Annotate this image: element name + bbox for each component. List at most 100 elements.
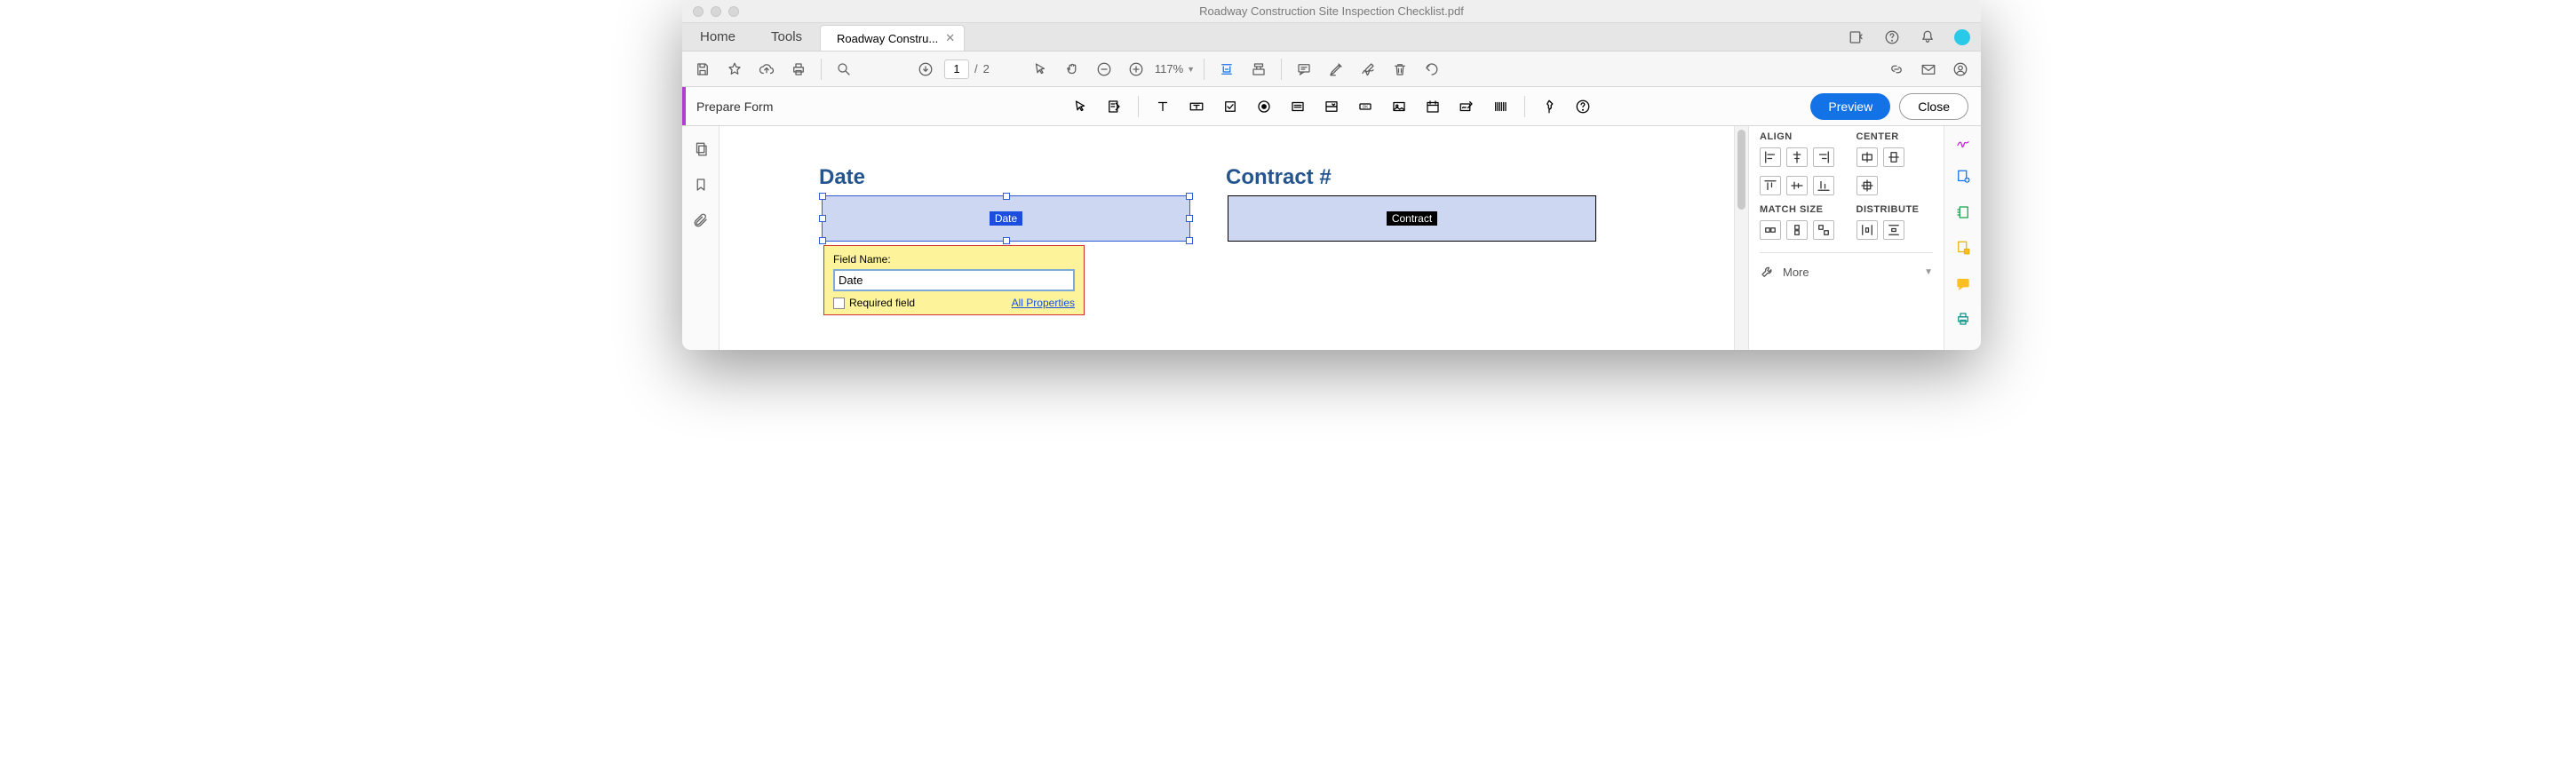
right-tool-2-icon[interactable]	[1953, 167, 1973, 187]
text-tool-icon[interactable]	[1149, 93, 1176, 120]
save-icon[interactable]	[689, 56, 716, 83]
bookmark-panel-icon[interactable]	[692, 176, 710, 194]
radio-icon[interactable]	[1251, 93, 1277, 120]
center-h-icon[interactable]	[1856, 147, 1878, 167]
cloud-upload-icon[interactable]	[753, 56, 780, 83]
zoom-level[interactable]: 117% ▼	[1155, 62, 1195, 75]
comment-icon[interactable]	[1291, 56, 1317, 83]
align-bottom-icon[interactable]	[1813, 176, 1834, 195]
star-icon[interactable]	[721, 56, 748, 83]
link-icon[interactable]	[1883, 56, 1910, 83]
right-tool-3-icon[interactable]	[1953, 202, 1973, 222]
align-middle-icon[interactable]	[1786, 176, 1808, 195]
trash-icon[interactable]	[1387, 56, 1413, 83]
document-canvas[interactable]: Date Contract # Date Contract Field Name…	[720, 126, 1748, 350]
more-label: More	[1783, 266, 1809, 279]
zoom-value: 117%	[1155, 62, 1183, 75]
main-toolbar: / 2 117% ▼	[682, 52, 1981, 87]
page-indicator: / 2	[944, 60, 990, 79]
vertical-scrollbar[interactable]	[1734, 126, 1748, 350]
fit-width-icon[interactable]	[1213, 56, 1240, 83]
chevron-down-icon: ▼	[1187, 65, 1195, 74]
text-field-icon[interactable]	[1183, 93, 1210, 120]
svg-text:OK: OK	[1363, 104, 1369, 108]
contract-field-tag: Contract	[1387, 211, 1437, 226]
checkbox-box	[833, 298, 845, 309]
hand-icon[interactable]	[1059, 56, 1085, 83]
distribute-header: DISTRIBUTE	[1856, 204, 1934, 215]
preview-button[interactable]: Preview	[1810, 93, 1890, 120]
align-right-icon[interactable]	[1813, 147, 1834, 167]
more-button[interactable]: More ▼	[1760, 260, 1933, 283]
tab-home[interactable]: Home	[682, 23, 753, 51]
pointer-icon[interactable]	[1027, 56, 1053, 83]
undo-icon[interactable]	[1419, 56, 1445, 83]
max-dot[interactable]	[728, 6, 739, 17]
min-dot[interactable]	[711, 6, 721, 17]
distribute-v-icon[interactable]	[1883, 220, 1904, 240]
scrollbar-thumb[interactable]	[1737, 130, 1745, 210]
formbar-help-icon[interactable]	[1570, 93, 1596, 120]
attachment-panel-icon[interactable]	[692, 211, 710, 229]
mail-icon[interactable]	[1915, 56, 1942, 83]
dropdown-icon[interactable]	[1318, 93, 1345, 120]
prepare-form-toolbar: Prepare Form OK Preview Close	[682, 87, 1981, 126]
align-left-icon[interactable]	[1760, 147, 1781, 167]
match-height-icon[interactable]	[1786, 220, 1808, 240]
contract-field[interactable]: Contract	[1228, 195, 1596, 242]
button-icon[interactable]: OK	[1352, 93, 1379, 120]
checkbox-icon[interactable]	[1217, 93, 1244, 120]
tab-document[interactable]: Roadway Constru... ✕	[820, 25, 965, 51]
profile-icon[interactable]	[1947, 56, 1974, 83]
form-mode-icon[interactable]	[1245, 56, 1272, 83]
right-tool-4-icon[interactable]	[1953, 238, 1973, 258]
list-icon[interactable]	[1284, 93, 1311, 120]
tab-document-label: Roadway Constru...	[837, 32, 938, 45]
select-tool-icon[interactable]	[1067, 93, 1093, 120]
image-field-icon[interactable]	[1386, 93, 1412, 120]
zoom-in-icon[interactable]	[1123, 56, 1149, 83]
align-top-icon[interactable]	[1760, 176, 1781, 195]
pages-panel-icon[interactable]	[692, 140, 710, 158]
sign-icon[interactable]	[1355, 56, 1381, 83]
accent-bar	[682, 87, 686, 125]
required-checkbox[interactable]: Required field	[833, 297, 915, 309]
align-center-h-icon[interactable]	[1786, 147, 1808, 167]
page-sep: /	[974, 62, 978, 75]
tablet-icon[interactable]	[1848, 28, 1865, 46]
edit-field-icon[interactable]	[1101, 93, 1127, 120]
right-tool-5-icon[interactable]	[1953, 274, 1973, 293]
highlight-icon[interactable]	[1323, 56, 1349, 83]
side-panel: ALIGN CENTER	[1748, 126, 1944, 350]
avatar[interactable]	[1954, 29, 1970, 45]
match-width-icon[interactable]	[1760, 220, 1781, 240]
pin-icon[interactable]	[1536, 93, 1562, 120]
fieldname-input[interactable]	[833, 269, 1075, 291]
all-properties-link[interactable]: All Properties	[1012, 297, 1075, 309]
right-tool-1-icon[interactable]	[1953, 131, 1973, 151]
close-button[interactable]: Close	[1899, 93, 1968, 120]
center-both-icon[interactable]	[1856, 176, 1878, 195]
signature-field-icon[interactable]	[1453, 93, 1480, 120]
tab-tools[interactable]: Tools	[753, 23, 820, 51]
page-number-input[interactable]	[944, 60, 969, 79]
zoom-out-icon[interactable]	[1091, 56, 1117, 83]
close-dot[interactable]	[693, 6, 704, 17]
close-tab-icon[interactable]: ✕	[945, 31, 955, 45]
print-icon[interactable]	[785, 56, 812, 83]
traffic-lights	[682, 6, 739, 17]
right-tool-6-icon[interactable]	[1953, 309, 1973, 329]
page-down-icon[interactable]	[912, 56, 939, 83]
bell-icon[interactable]	[1919, 28, 1936, 46]
wrench-icon	[1760, 264, 1776, 280]
center-v-icon[interactable]	[1883, 147, 1904, 167]
help-icon[interactable]	[1883, 28, 1901, 46]
search-icon[interactable]	[831, 56, 857, 83]
match-both-icon[interactable]	[1813, 220, 1834, 240]
date-field[interactable]: Date	[822, 195, 1190, 242]
date-field-tag: Date	[990, 211, 1022, 226]
date-field-icon[interactable]	[1419, 93, 1446, 120]
distribute-h-icon[interactable]	[1856, 220, 1878, 240]
titlebar: Roadway Construction Site Inspection Che…	[682, 0, 1981, 23]
barcode-icon[interactable]	[1487, 93, 1514, 120]
